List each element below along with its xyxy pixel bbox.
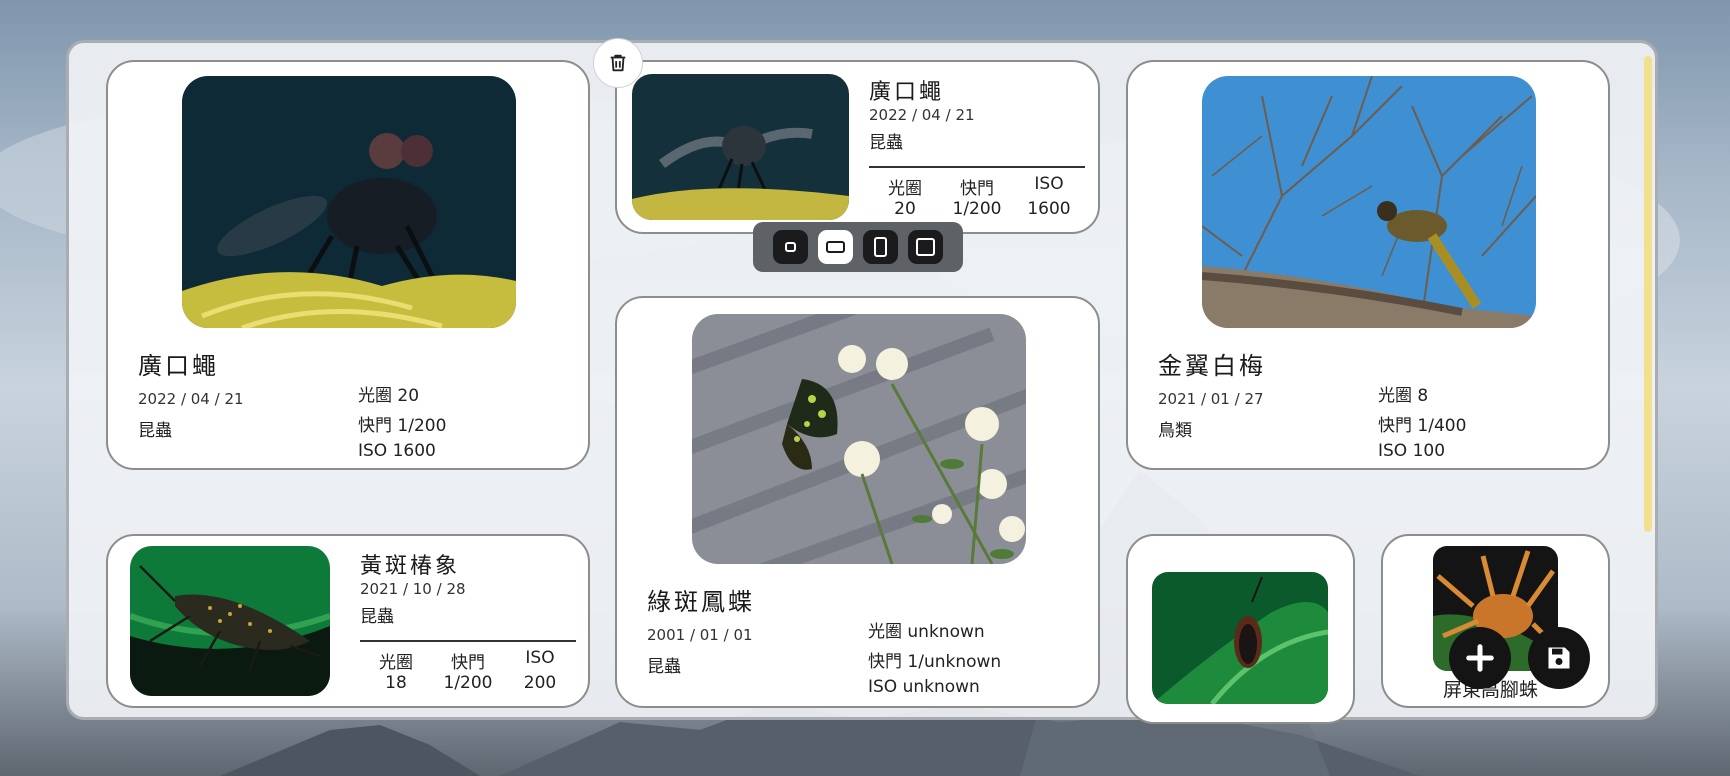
photo-card-fly-wide[interactable]: 廣口蠅 2022 / 04 / 21 昆蟲 光圈 快門 ISO 20 1/200… — [615, 60, 1100, 234]
photo-beetle — [1152, 572, 1328, 704]
card-title: 金翼白梅 — [1158, 352, 1266, 380]
save-icon — [1548, 647, 1570, 669]
photo-card-stinkbug[interactable]: 黃斑椿象 2021 / 10 / 28 昆蟲 光圈 快門 ISO 18 1/20… — [106, 534, 590, 708]
trash-icon — [610, 54, 626, 72]
photo-card-butterfly[interactable]: 綠斑鳳蝶 2001 / 01 / 01 昆蟲 光圈 unknown 快門 1/u… — [615, 296, 1100, 708]
card-size-toolbar — [753, 222, 963, 272]
photo-card-fly-large[interactable]: 廣口蠅 2022 / 04 / 21 昆蟲 光圈 20 快門 1/200 ISO… — [106, 60, 590, 470]
card-category: 昆蟲 — [869, 133, 903, 153]
save-button[interactable] — [1528, 627, 1590, 689]
delete-button[interactable] — [593, 38, 643, 88]
card-category: 昆蟲 — [138, 421, 172, 441]
spec-iso: ISO unknown — [868, 677, 980, 697]
size-small-icon — [785, 242, 796, 252]
col-shutter: 快門 — [960, 179, 994, 199]
vertical-scrollbar[interactable] — [1644, 56, 1652, 532]
val-aperture: 18 — [385, 673, 407, 693]
col-iso: ISO — [525, 648, 555, 668]
size-tall-icon — [874, 237, 887, 257]
col-aperture: 光圈 — [379, 653, 413, 673]
col-shutter: 快門 — [451, 653, 485, 673]
val-aperture: 20 — [894, 199, 916, 219]
spec-aperture: 光圈 unknown — [868, 622, 985, 642]
card-title: 廣口蠅 — [138, 352, 219, 380]
size-tall-button[interactable] — [863, 230, 898, 264]
spec-iso: ISO 100 — [1378, 441, 1446, 461]
val-iso: 200 — [523, 673, 557, 693]
card-category: 昆蟲 — [647, 657, 681, 677]
photo-card-beetle[interactable] — [1126, 534, 1355, 724]
card-date: 2021 / 01 / 27 — [1158, 390, 1264, 408]
card-date: 2001 / 01 / 01 — [647, 626, 753, 644]
size-wide-icon — [826, 241, 845, 253]
spec-aperture: 光圈 20 — [358, 386, 420, 406]
photo-card-bird[interactable]: 金翼白梅 2021 / 01 / 27 鳥類 光圈 8 快門 1/400 ISO… — [1126, 60, 1610, 470]
divider — [360, 640, 576, 642]
spec-shutter: 快門 1/400 — [1378, 416, 1467, 436]
card-title: 廣口蠅 — [869, 80, 945, 105]
card-title: 綠斑鳳蝶 — [647, 588, 755, 616]
size-small-button[interactable] — [773, 230, 808, 264]
size-wide-button[interactable] — [818, 230, 853, 264]
spec-iso: ISO 1600 — [358, 441, 436, 461]
card-title: 黃斑椿象 — [360, 554, 461, 579]
size-large-button[interactable] — [908, 230, 943, 264]
photo-fly-thumb — [632, 74, 849, 220]
val-shutter: 1/200 — [952, 199, 1002, 219]
col-aperture: 光圈 — [888, 179, 922, 199]
val-iso: 1600 — [1027, 199, 1071, 219]
spec-shutter: 快門 1/unknown — [868, 652, 1002, 672]
photo-stinkbug — [130, 546, 330, 696]
card-category: 昆蟲 — [360, 607, 394, 627]
spec-shutter: 快門 1/200 — [358, 416, 447, 436]
spec-aperture: 光圈 8 — [1378, 386, 1429, 406]
plus-icon — [1466, 644, 1494, 672]
card-date: 2022 / 04 / 21 — [138, 390, 244, 408]
card-date: 2021 / 10 / 28 — [360, 580, 466, 598]
add-button[interactable] — [1449, 627, 1511, 689]
divider — [869, 166, 1085, 168]
card-category: 鳥類 — [1158, 421, 1192, 441]
size-large-icon — [916, 238, 935, 256]
photo-fly — [182, 76, 516, 328]
card-date: 2022 / 04 / 21 — [869, 106, 975, 124]
val-shutter: 1/200 — [443, 673, 493, 693]
photo-bird — [1202, 76, 1536, 328]
photo-butterfly — [692, 314, 1026, 564]
col-iso: ISO — [1034, 174, 1064, 194]
